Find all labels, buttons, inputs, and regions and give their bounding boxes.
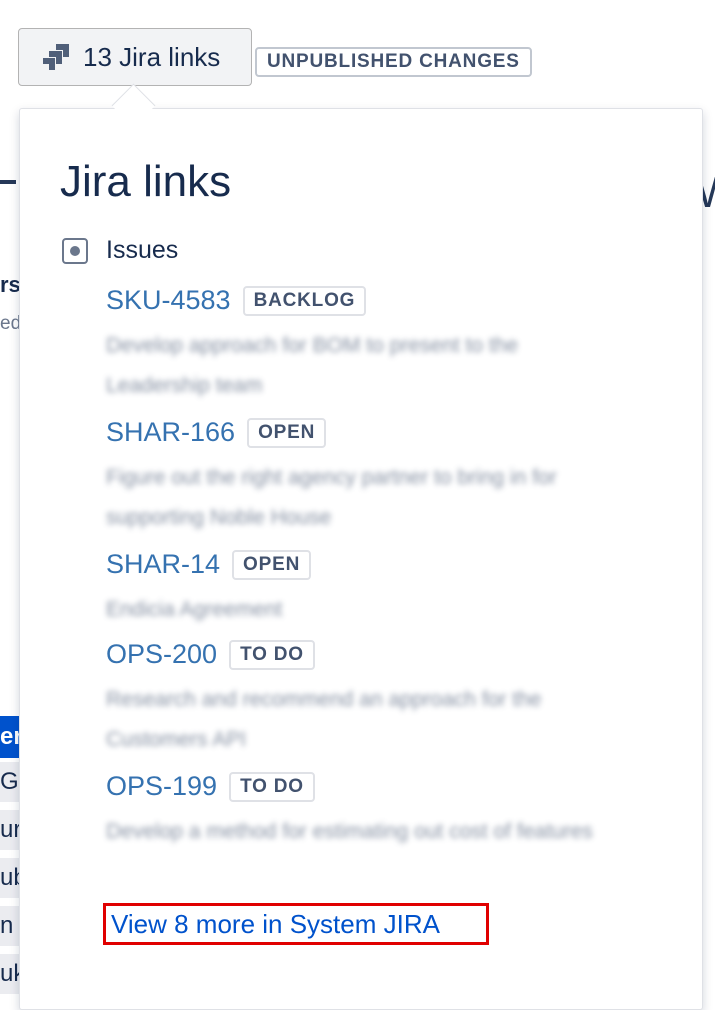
jira-links-button[interactable]: 13 Jira links <box>18 28 252 86</box>
background-list-item[interactable]: n <box>0 906 20 946</box>
view-more-link-highlight: View 8 more in System JIRA <box>103 903 489 945</box>
issue-key-link[interactable]: SKU-4583 <box>106 285 231 316</box>
issue-item: SKU-4583 BACKLOG Develop approach for BO… <box>106 285 626 406</box>
issues-group-label: Issues <box>106 236 179 264</box>
background-heading-fragment <box>0 180 16 184</box>
issue-item: SHAR-166 OPEN Figure out the right agenc… <box>106 417 626 538</box>
background-text-fragment: rs <box>0 272 21 297</box>
issue-type-icon <box>62 237 88 264</box>
jira-links-popup: Jira links Issues SKU-4583 BACKLOG Devel… <box>19 108 703 1010</box>
status-badge: BACKLOG <box>242 285 367 316</box>
issue-summary: Develop approach for BOM to present to t… <box>106 334 519 397</box>
popup-title: Jira links <box>60 157 232 206</box>
issue-item: OPS-200 TO DO Research and recommend an … <box>106 639 626 760</box>
jira-links-label: 13 Jira links <box>83 41 221 72</box>
view-more-link[interactable]: View 8 more in System JIRA <box>111 909 440 940</box>
issue-key-link[interactable]: OPS-200 <box>106 639 217 670</box>
background-list-item[interactable]: ur <box>0 810 20 850</box>
background-list-item[interactable]: uk <box>0 954 20 994</box>
issue-summary: Endicia Agreement <box>106 598 283 621</box>
status-badge: TO DO <box>229 771 315 802</box>
status-badge: OPEN <box>247 417 327 448</box>
issue-key-link[interactable]: OPS-199 <box>106 771 217 802</box>
issues-group-header: Issues <box>62 236 178 265</box>
status-badge: TO DO <box>229 639 315 670</box>
issue-key-link[interactable]: SHAR-166 <box>106 417 235 448</box>
issue-key-link[interactable]: SHAR-14 <box>106 549 220 580</box>
issue-item: OPS-199 TO DO Develop a method for estim… <box>106 771 626 852</box>
background-list-item-selected[interactable]: er <box>0 716 23 758</box>
issue-summary: Figure out the right agency partner to b… <box>106 466 557 529</box>
unpublished-changes-badge: UNPUBLISHED CHANGES <box>255 47 532 77</box>
status-badge: OPEN <box>232 549 312 580</box>
background-subtext-fragment: ed <box>0 313 22 334</box>
background-list-item[interactable]: ub <box>0 858 20 898</box>
issue-summary: Develop a method for estimating out cost… <box>106 820 593 843</box>
issue-summary: Research and recommend an approach for t… <box>106 688 542 751</box>
background-list-item[interactable]: G <box>0 762 20 802</box>
jira-icon <box>41 42 71 72</box>
issue-item: SHAR-14 OPEN Endicia Agreement <box>106 549 626 630</box>
